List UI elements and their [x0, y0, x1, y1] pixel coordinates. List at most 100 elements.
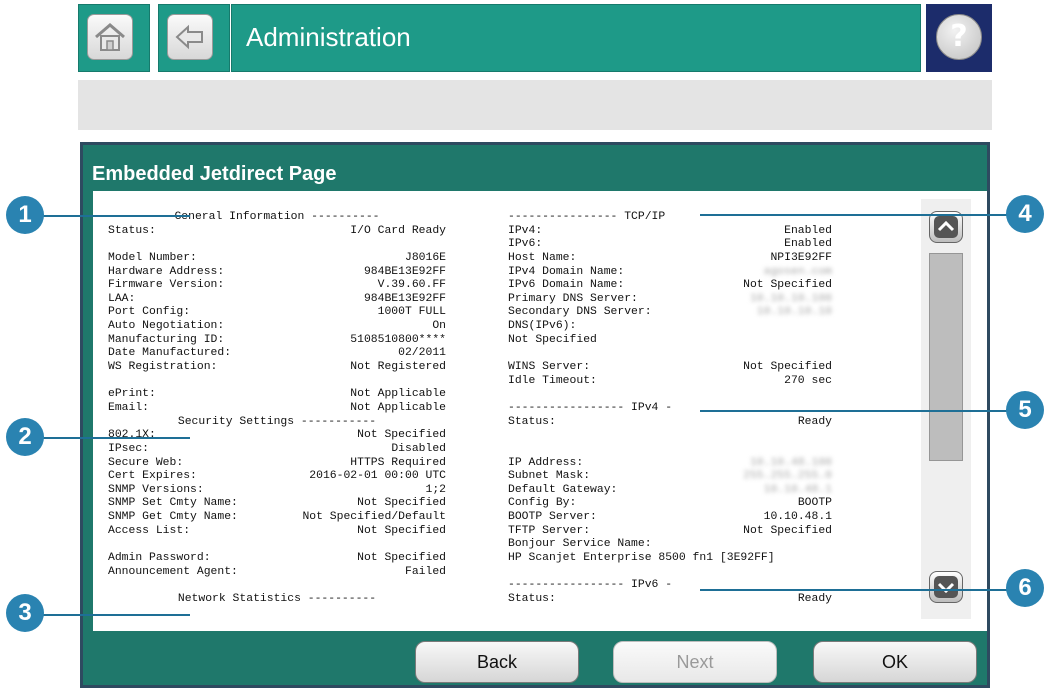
report-row-label: Announcement Agent: [108, 565, 238, 578]
back-nav-button-face[interactable] [167, 14, 213, 60]
report-row-value: Ready [797, 415, 832, 428]
callout-3: 3 [6, 594, 44, 632]
report-row-label: Subnet Mask: [508, 470, 591, 483]
report-left-column: General Information ---------- Status: I/O… [108, 211, 446, 607]
report-row: WINS Server: Not Specified [508, 361, 832, 375]
jetdirect-panel: Embedded Jetdirect Page General Informat… [80, 142, 990, 688]
report-row-value: I/O Card Ready [350, 224, 446, 237]
panel-title: Embedded Jetdirect Page [92, 163, 337, 185]
report-row-value: Not Specified [743, 279, 832, 292]
report-row: TFTP Server: Not Specified [508, 525, 832, 539]
section-heading-text: ----------------- IPv4 - [508, 401, 673, 414]
section-heading: Network Statistics ---------- [108, 593, 446, 607]
report-row: IPv6 Domain Name: Not Specified [508, 279, 832, 293]
report-row-value: 984BE13E92FF [363, 265, 446, 278]
report-row [508, 347, 832, 361]
report-row-label: Hardware Address: [108, 265, 225, 278]
report-row: Primary DNS Server: 10.10.10.100 [508, 293, 832, 307]
report-row-label: Manufacturing ID: [108, 333, 225, 346]
scroll-thumb[interactable] [929, 253, 963, 461]
back-nav-button[interactable] [158, 4, 230, 72]
report-row-label: Secure Web: [108, 456, 184, 469]
report-row-value: Not Applicable [350, 388, 446, 401]
report-row-label: IP Address: [508, 456, 584, 469]
report-row-label: IPsec: [108, 442, 150, 455]
report-row: Hardware Address: 984BE13E92FF [108, 266, 446, 280]
report-row-label: Date Manufactured: [108, 347, 232, 360]
help-button[interactable]: ? [926, 4, 992, 72]
report-row: IPv4: Enabled [508, 225, 832, 239]
report-row-value: 270 sec [784, 374, 832, 387]
report-row: IPv6: Enabled [508, 238, 832, 252]
report-row-value: Not Specified [357, 497, 446, 510]
report-row-label: SNMP Set Cmty Name: [108, 497, 238, 510]
report-row [108, 375, 446, 389]
home-button[interactable] [78, 4, 150, 72]
report-row: WS Registration: Not Registered [108, 361, 446, 375]
report-row-value-redacted: 10.10.48.1 [763, 483, 832, 496]
report-row [508, 443, 832, 457]
report-row-value: Enabled [784, 224, 832, 237]
report-row-value-redacted: 10.10.10.10 [756, 306, 832, 319]
report-row-label: Status: [508, 415, 556, 428]
home-button-face[interactable] [87, 14, 133, 60]
report-row-value-redacted: 10.10.10.100 [749, 292, 832, 305]
callout-line-2 [40, 437, 190, 439]
report-row-label: DNS(IPv6): [508, 320, 577, 333]
back-arrow-icon [175, 24, 203, 50]
report-row: Model Number: J8016E [108, 252, 446, 266]
report-row: IP Address: 10.10.48.100 [508, 457, 832, 471]
report-row-value: V.39.60.FF [377, 279, 446, 292]
report-row-value: Ready [797, 592, 832, 605]
report-row-label: Status: [108, 224, 156, 237]
report-row-label: Email: [108, 401, 150, 414]
report-row-value: Not Applicable [350, 401, 446, 414]
report-row-label: Bonjour Service Name: [508, 538, 652, 551]
report-row-value: BOOTP [797, 497, 832, 510]
callout-6: 6 [1006, 569, 1044, 607]
report-row [508, 429, 832, 443]
report-row-value: Not Specified [357, 524, 446, 537]
report-row: Config By: BOOTP [508, 497, 832, 511]
ok-button[interactable]: OK [813, 641, 977, 683]
report-row: Status: I/O Card Ready [108, 225, 446, 239]
scroll-down-button[interactable] [929, 571, 963, 603]
report-row: Auto Negotiation: On [108, 320, 446, 334]
report-row-value: Not Specified [357, 429, 446, 442]
report-row-value: Disabled [391, 442, 446, 455]
report-row [108, 538, 446, 552]
section-heading: Security Settings ----------- [108, 416, 446, 430]
report-row-value-redacted: 10.10.48.100 [749, 456, 832, 469]
report-row: Status: Ready [508, 416, 832, 430]
report-row: Manufacturing ID: 5108510800**** [108, 334, 446, 348]
report-row-label: LAA: [108, 292, 136, 305]
next-button[interactable]: Next [613, 641, 777, 683]
report-row: Secure Web: HTTPS Required [108, 457, 446, 471]
report-row: Status: Ready [508, 593, 832, 607]
report-row-label: IPv6 Domain Name: [508, 279, 625, 292]
report-row-value: 1000T FULL [377, 306, 446, 319]
report-row: Bonjour Service Name: [508, 538, 832, 552]
callout-line-6 [700, 589, 1020, 591]
section-heading-text: Network Statistics ---------- [177, 592, 377, 605]
back-button[interactable]: Back [415, 641, 579, 683]
scrollbar[interactable] [921, 199, 971, 619]
report-row: Port Config: 1000T FULL [108, 306, 446, 320]
report-row-value: Not Specified [357, 552, 446, 565]
report-row: LAA: 984BE13E92FF [108, 293, 446, 307]
callout-line-3 [40, 614, 190, 616]
report-row-value-redacted: agosen.com [763, 265, 832, 278]
report-row-value: Not Specified [743, 361, 832, 374]
report-row-label: IPv4 Domain Name: [508, 265, 625, 278]
callout-line-5 [700, 410, 1020, 412]
report-row-label: Not Specified [508, 333, 597, 346]
callout-1: 1 [6, 196, 44, 234]
report-row: SNMP Set Cmty Name: Not Specified [108, 497, 446, 511]
report-row-value: HTTPS Required [350, 456, 446, 469]
report-row-label: IPv6: [508, 238, 543, 251]
report-row: HP Scanjet Enterprise 8500 fn1 [3E92FF] [508, 552, 832, 566]
callout-5: 5 [1006, 391, 1044, 429]
report-row-label: TFTP Server: [508, 524, 591, 537]
